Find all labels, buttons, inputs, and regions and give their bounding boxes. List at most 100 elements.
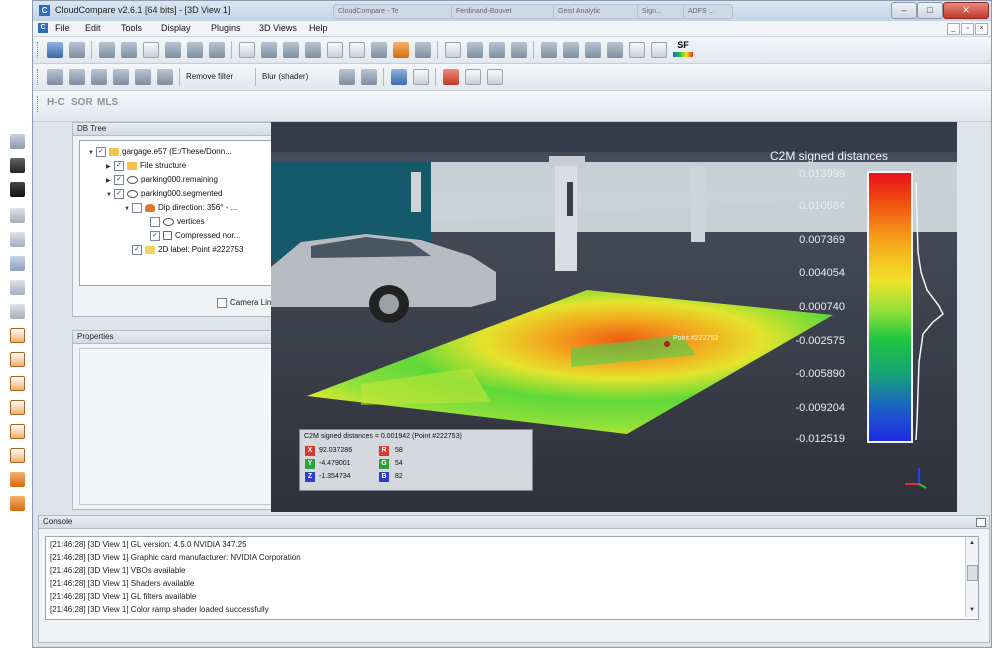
filter-b-icon[interactable] xyxy=(361,69,377,85)
level-icon[interactable] xyxy=(371,42,387,58)
menu-file[interactable]: File xyxy=(55,23,70,33)
tree-item[interactable]: ▼ ✓ gargage.e57 (E:/These/Donn... xyxy=(88,145,232,158)
right-view-icon[interactable] xyxy=(10,424,25,439)
center-icon[interactable] xyxy=(10,208,25,223)
mls-smoothing-button[interactable]: MLS xyxy=(97,97,118,108)
plane-icon[interactable] xyxy=(489,42,505,58)
left-view-icon[interactable] xyxy=(10,376,25,391)
expand-arrow-icon[interactable]: ▼ xyxy=(106,189,114,202)
register-icon[interactable] xyxy=(283,42,299,58)
window-layout-icon[interactable] xyxy=(391,69,407,85)
delete-icon[interactable] xyxy=(209,42,225,58)
mesh-icon[interactable] xyxy=(393,42,409,58)
open-icon[interactable] xyxy=(47,42,63,58)
clone-icon[interactable] xyxy=(121,42,137,58)
3d-view[interactable]: Point #222753 C2M signed distances 0.013… xyxy=(271,122,957,512)
sphere-icon[interactable] xyxy=(135,69,151,85)
background-tab[interactable]: ADFS ... xyxy=(683,4,733,19)
add-sf-icon[interactable] xyxy=(629,42,645,58)
front-view-icon[interactable] xyxy=(10,328,25,343)
tree-item[interactable]: ▼ Dip direction: 356° - ... xyxy=(124,201,237,214)
mdi-restore-button[interactable]: ▫ xyxy=(961,23,974,35)
minimize-button[interactable]: – xyxy=(891,2,917,19)
camera-link-checkbox[interactable] xyxy=(217,298,227,308)
tree-item[interactable]: ▼ ✓ parking000.segmented xyxy=(106,187,222,200)
console-layout-icon[interactable] xyxy=(413,69,429,85)
menu-tools[interactable]: Tools xyxy=(121,23,142,33)
close-button[interactable]: ✕ xyxy=(943,2,989,19)
filter-by-value-icon[interactable] xyxy=(563,42,579,58)
background-tab[interactable]: Sign... xyxy=(637,4,687,19)
scroll-up-icon[interactable]: ▲ xyxy=(967,538,977,548)
sf-badge-icon[interactable]: SF xyxy=(673,40,693,59)
background-tab[interactable]: Geist Analytic xyxy=(553,4,641,19)
cloud-mesh-distance-icon[interactable] xyxy=(327,42,343,58)
visibility-checkbox[interactable] xyxy=(132,202,142,213)
filter-a-icon[interactable] xyxy=(339,69,355,85)
menu-plugins[interactable]: Plugins xyxy=(211,23,241,33)
toolbar-grip[interactable] xyxy=(37,42,41,58)
export-icon[interactable] xyxy=(187,42,203,58)
segment-icon[interactable] xyxy=(239,42,255,58)
visibility-checkbox[interactable]: ✓ xyxy=(114,174,124,185)
curve-icon[interactable] xyxy=(443,69,459,85)
stack-icon[interactable] xyxy=(157,69,173,85)
maximize-button[interactable]: □ xyxy=(917,2,943,19)
lightning-icon[interactable] xyxy=(511,42,527,58)
background-tab[interactable]: Ferdinand-Bouvet xyxy=(451,4,556,19)
visibility-checkbox[interactable]: ✓ xyxy=(150,230,160,241)
subsample-icon[interactable] xyxy=(165,42,181,58)
iso-view-2-icon[interactable] xyxy=(10,496,25,511)
menu-display[interactable]: Display xyxy=(161,23,191,33)
expand-arrow-icon[interactable]: ▼ xyxy=(124,203,132,216)
bottom-view-icon[interactable] xyxy=(10,448,25,463)
zoom-fit-icon[interactable] xyxy=(10,256,25,271)
toolbar-grip[interactable] xyxy=(37,96,41,112)
align-icon[interactable] xyxy=(261,42,277,58)
blur-shader-button[interactable]: Blur (shader) xyxy=(259,69,311,84)
visibility-checkbox[interactable] xyxy=(150,216,160,227)
back-view-icon[interactable] xyxy=(10,400,25,415)
visibility-checkbox[interactable]: ✓ xyxy=(96,146,106,157)
cross-section-icon[interactable] xyxy=(445,42,461,58)
back-arrow-icon[interactable] xyxy=(487,69,503,85)
sf-list-icon[interactable] xyxy=(607,42,623,58)
toolbar-grip[interactable] xyxy=(37,69,41,85)
menu-edit[interactable]: Edit xyxy=(85,23,101,33)
visibility-checkbox[interactable]: ✓ xyxy=(132,244,142,255)
rotate-icon[interactable] xyxy=(10,232,25,247)
mdi-minimize-button[interactable]: _ xyxy=(947,23,960,35)
tree-item[interactable]: ✓ Compressed nor... xyxy=(150,229,240,242)
pencil-icon[interactable] xyxy=(10,134,25,149)
tree-item[interactable]: ▶ ✓ parking000.remaining xyxy=(106,173,218,186)
shield-icon[interactable] xyxy=(47,69,63,85)
sor-filter-button[interactable]: SOR xyxy=(71,97,93,108)
tree-item[interactable]: ▶ ✓ File structure xyxy=(106,159,186,172)
visibility-checkbox[interactable]: ✓ xyxy=(114,160,124,171)
iso-view-1-icon[interactable] xyxy=(10,472,25,487)
camera-link-option[interactable]: Camera Link xyxy=(217,298,275,308)
top-view-icon[interactable] xyxy=(10,352,25,367)
point-picking-icon[interactable] xyxy=(349,42,365,58)
menu-3d-views[interactable]: 3D Views xyxy=(259,23,297,33)
scatter-icon[interactable] xyxy=(91,69,107,85)
expand-arrow-icon[interactable]: ▼ xyxy=(88,147,96,160)
checker-icon[interactable] xyxy=(415,42,431,58)
menu-help[interactable]: Help xyxy=(309,23,328,33)
background-tab[interactable]: CloudCompare - Te xyxy=(333,4,453,19)
scroll-down-icon[interactable]: ▼ xyxy=(967,605,977,615)
translate-rotate-icon[interactable] xyxy=(99,42,115,58)
tree-item[interactable]: ✓ 2D label: Point #222753 xyxy=(132,243,243,256)
camera-icon[interactable] xyxy=(10,158,25,173)
hidden-point-removal-button[interactable]: H-C xyxy=(47,97,65,108)
undock-button[interactable] xyxy=(976,518,986,527)
tree-item[interactable]: vertices xyxy=(150,215,205,228)
histogram-icon[interactable] xyxy=(541,42,557,58)
grid-icon[interactable] xyxy=(113,69,129,85)
remove-sf-icon[interactable] xyxy=(651,42,667,58)
console-scrollbar[interactable]: ▲ ▼ xyxy=(965,537,978,617)
cloud-cloud-distance-icon[interactable] xyxy=(305,42,321,58)
crosshair-icon[interactable] xyxy=(467,42,483,58)
pivot-icon[interactable] xyxy=(10,280,25,295)
point-info-label[interactable]: C2M signed distances = 0.001942 (Point #… xyxy=(299,429,533,491)
